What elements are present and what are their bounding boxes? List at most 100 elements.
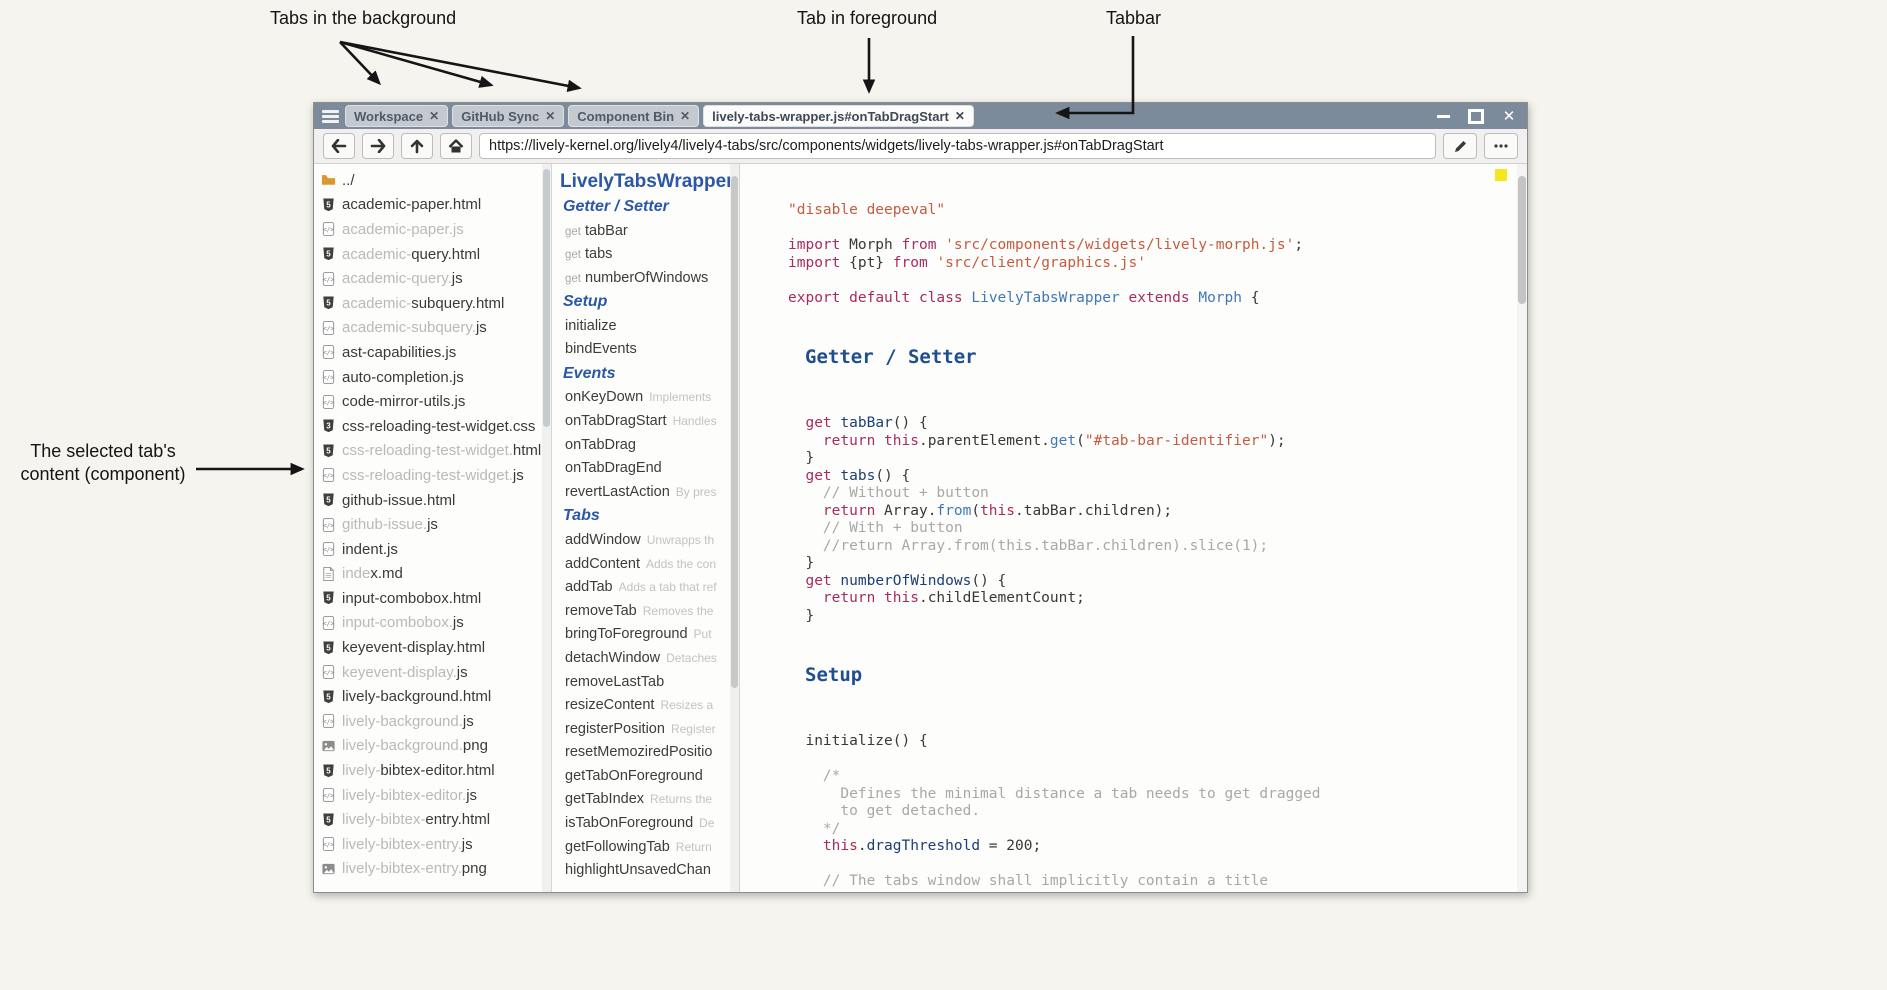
file-row[interactable]: </>input-combobox.js <box>314 611 542 636</box>
tab-close-icon[interactable]: ✕ <box>955 109 965 123</box>
window-close-button[interactable]: ✕ <box>1501 109 1517 123</box>
code-scrollbar[interactable] <box>1517 164 1527 892</box>
tab-foreground[interactable]: lively-tabs-wrapper.js#onTabDragStart✕ <box>703 105 974 127</box>
tab-background-3[interactable]: Component Bin✕ <box>568 105 699 127</box>
window-maximize-button[interactable] <box>1468 109 1484 123</box>
file-row[interactable]: </>auto-completion.js <box>314 365 542 390</box>
outline-item-tabBar[interactable]: gettabBar <box>552 220 730 244</box>
outline-item-revertLastAction[interactable]: revertLastActionBy pres <box>552 481 730 505</box>
file-row[interactable]: 5academic-query.html <box>314 242 542 267</box>
outline-item-getTabOnForeground[interactable]: getTabOnForeground <box>552 765 730 789</box>
file-row[interactable]: 5keyevent-display.html <box>314 635 542 660</box>
outline-item-label: onTabDragEnd <box>565 460 662 476</box>
file-row[interactable]: 5academic-paper.html <box>314 193 542 218</box>
outline-item-resizeContent[interactable]: resizeContentResizes a <box>552 694 730 718</box>
file-row[interactable]: </>lively-bibtex-entry.js <box>314 832 542 857</box>
tab-close-icon[interactable]: ✕ <box>680 109 690 123</box>
file-row[interactable]: </>lively-bibtex-editor.js <box>314 783 542 808</box>
file-row[interactable]: 5lively-background.html <box>314 684 542 709</box>
outline-class-title[interactable]: LivelyTabsWrapper <box>552 169 730 195</box>
tab-background-2[interactable]: GitHub Sync ✕ <box>452 105 564 127</box>
outline-item-addContent[interactable]: addContentAdds the con <box>552 553 730 577</box>
outline-item-bringToForeground[interactable]: bringToForegroundPut <box>552 623 730 647</box>
file-row[interactable]: </>academic-paper.js <box>314 217 542 242</box>
file-row[interactable]: </>lively-background.js <box>314 709 542 734</box>
outline-item-bindEvents[interactable]: bindEvents <box>552 338 730 362</box>
hamburger-menu-icon[interactable] <box>322 110 339 123</box>
tab-background-1[interactable]: Workspace✕ <box>345 105 448 127</box>
outline-item-tabs[interactable]: gettabs <box>552 243 730 267</box>
file-row[interactable]: ../ <box>314 168 542 193</box>
outline-item-numberOfWindows[interactable]: getnumberOfWindows <box>552 267 730 291</box>
file-row[interactable]: </>github-issue.js <box>314 512 542 537</box>
outline-section-heading[interactable]: Setup <box>552 290 730 315</box>
outline-panel[interactable]: LivelyTabsWrapperGetter / SettergettabBa… <box>552 164 740 892</box>
nav-forward-button[interactable] <box>362 133 394 159</box>
code-editor[interactable]: "disable deepeval"import Morph from 'src… <box>740 164 1517 891</box>
file-list-scrollbar[interactable] <box>542 164 551 892</box>
tab-close-icon[interactable]: ✕ <box>545 109 555 123</box>
edit-button[interactable] <box>1443 133 1477 159</box>
outline-item-addWindow[interactable]: addWindowUnwrapps th <box>552 529 730 553</box>
code-panel[interactable]: "disable deepeval"import Morph from 'src… <box>740 164 1527 892</box>
file-row[interactable]: </>academic-query.js <box>314 266 542 291</box>
outline-item-removeTab[interactable]: removeTabRemoves the <box>552 600 730 624</box>
file-row[interactable]: </>css-reloading-test-widget.js <box>314 463 542 488</box>
outline-item-onTabDragEnd[interactable]: onTabDragEnd <box>552 457 730 481</box>
file-row[interactable]: </>indent.js <box>314 537 542 562</box>
outline-item-getFollowingTab[interactable]: getFollowingTabReturn <box>552 836 730 860</box>
navigation-bar <box>314 129 1527 164</box>
file-list-scrollbar-thumb[interactable] <box>543 169 550 427</box>
js-file-icon: </> <box>321 787 336 803</box>
outline-item-label: bindEvents <box>565 341 637 357</box>
outline-item-label: removeLastTab <box>565 674 664 690</box>
file-row[interactable]: index.md <box>314 562 542 587</box>
outline-section-heading[interactable]: Events <box>552 362 730 387</box>
outline-item-initialize[interactable]: initialize <box>552 315 730 339</box>
js-file-icon: </> <box>321 713 336 729</box>
url-input[interactable] <box>479 133 1436 159</box>
outline-item-label: bringToForeground <box>565 626 688 642</box>
outline-item-getTabIndex[interactable]: getTabIndexReturns the <box>552 788 730 812</box>
outline-scrollbar-thumb[interactable] <box>731 176 738 688</box>
tab-bar[interactable]: Workspace✕GitHub Sync✕Component Bin✕live… <box>314 103 1527 129</box>
code-scrollbar-thumb[interactable] <box>1518 176 1526 304</box>
outline-item-onTabDragStart[interactable]: onTabDragStartHandles <box>552 410 730 434</box>
outline-item-isTabOnForeground[interactable]: isTabOnForegroundDe <box>552 812 730 836</box>
outline-section-heading[interactable]: Getter / Setter <box>552 195 730 220</box>
file-row[interactable]: 5css-reloading-test-widget.html <box>314 439 542 464</box>
file-row[interactable]: 5lively-bibtex-editor.html <box>314 758 542 783</box>
outline-scrollbar[interactable] <box>730 164 739 892</box>
file-row[interactable]: 5academic-subquery.html <box>314 291 542 316</box>
outline-item-resetMemoziredPositio[interactable]: resetMemoziredPositio <box>552 741 730 765</box>
outline-item-removeLastTab[interactable]: removeLastTab <box>552 671 730 695</box>
outline-item-highlightUnsavedChan[interactable]: highlightUnsavedChan <box>552 859 730 883</box>
more-button[interactable] <box>1484 133 1518 159</box>
file-row[interactable]: </>keyevent-display.js <box>314 660 542 685</box>
file-row[interactable]: 5lively-bibtex-entry.html <box>314 807 542 832</box>
file-row[interactable]: 5input-combobox.html <box>314 586 542 611</box>
file-row[interactable]: lively-background.png <box>314 734 542 759</box>
nav-up-button[interactable] <box>401 133 433 159</box>
outline-item-label: tabBar <box>585 223 628 239</box>
outline-item-onKeyDown[interactable]: onKeyDownImplements <box>552 386 730 410</box>
outline-item-onTabDrag[interactable]: onTabDrag <box>552 434 730 458</box>
outline-item-detachWindow[interactable]: detachWindowDetaches <box>552 647 730 671</box>
code-line: initialize() { <box>788 733 1517 751</box>
nav-home-button[interactable] <box>440 133 472 159</box>
file-row[interactable]: </>academic-subquery.js <box>314 316 542 341</box>
tab-close-icon[interactable]: ✕ <box>429 109 439 123</box>
file-row[interactable]: </>code-mirror-utils.js <box>314 389 542 414</box>
file-row[interactable]: lively-bibtex-entry.png <box>314 857 542 882</box>
window-minimize-button[interactable] <box>1435 109 1451 123</box>
code-scroll-area[interactable]: "disable deepeval"import Morph from 'src… <box>740 164 1517 892</box>
outline-item-addTab[interactable]: addTabAdds a tab that ref <box>552 576 730 600</box>
file-row[interactable]: </>ast-capabilities.js <box>314 340 542 365</box>
nav-back-button[interactable] <box>323 133 355 159</box>
outline-section-heading[interactable]: Tabs <box>552 504 730 529</box>
tab-label: GitHub Sync <box>461 109 539 124</box>
file-list-panel[interactable]: ../5academic-paper.html</>academic-paper… <box>314 164 552 892</box>
outline-item-registerPosition[interactable]: registerPositionRegister <box>552 718 730 742</box>
file-row[interactable]: 3css-reloading-test-widget.css <box>314 414 542 439</box>
file-row[interactable]: 5github-issue.html <box>314 488 542 513</box>
